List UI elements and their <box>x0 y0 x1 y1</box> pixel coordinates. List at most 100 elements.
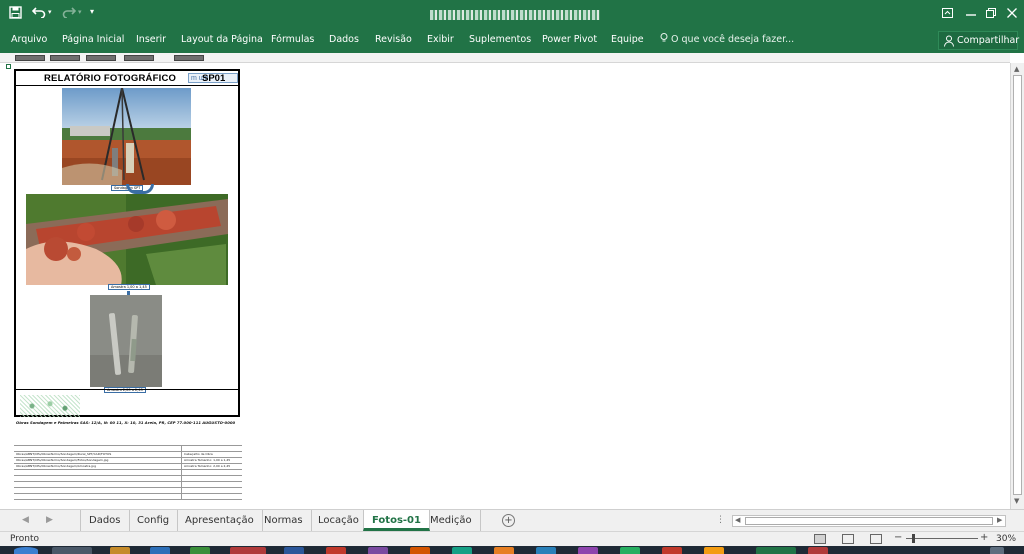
tab-inserir[interactable]: Inserir <box>136 34 166 45</box>
scroll-right-icon[interactable]: ▶ <box>997 516 1002 524</box>
sheet-tabs-bar: ◀ ▶ Dados Config Apresentação Normas Loc… <box>0 509 1024 531</box>
start-button-icon[interactable] <box>14 547 38 554</box>
minimize-icon[interactable] <box>966 7 976 22</box>
taskbar-app-icon[interactable] <box>620 547 640 554</box>
zoom-out-icon[interactable]: − <box>894 532 902 543</box>
tab-layout-da-pagina[interactable]: Layout da Página <box>181 34 263 45</box>
sheet-tab-apresentacao[interactable]: Apresentação <box>177 510 263 531</box>
page-layout-view-icon[interactable] <box>842 534 854 544</box>
vertical-scrollbar[interactable]: ▲ ▼ <box>1010 63 1024 509</box>
scrollbar-thumb[interactable] <box>745 517 993 525</box>
taskbar-excel-icon[interactable] <box>756 547 796 554</box>
restore-icon[interactable] <box>986 7 996 22</box>
taskbar-app-icon[interactable] <box>326 547 346 554</box>
taskbar-app-icon[interactable] <box>808 547 828 554</box>
table-cell[interactable]: Amostra Tamanho: 1,00 a 1,45 <box>184 458 230 462</box>
table-cell[interactable]: Obras/ABNT/CEs/ObrasTermo/Sondagem/Amost… <box>16 464 96 468</box>
signature-divider <box>16 389 238 390</box>
sheet-tab-dados[interactable]: Dados <box>81 510 130 531</box>
sheet-tab-locacao[interactable]: Locação <box>310 510 368 531</box>
taskbar-app-icon[interactable] <box>52 547 92 554</box>
tab-formulas[interactable]: Fórmulas <box>271 34 314 45</box>
sheet-tab-fotos-01[interactable]: Fotos-01 <box>363 510 430 531</box>
person-icon <box>944 35 954 47</box>
tab-revisao[interactable]: Revisão <box>375 34 412 45</box>
taskbar-app-icon[interactable] <box>230 547 266 554</box>
tab-split-handle-icon[interactable]: ⋮ <box>716 515 725 525</box>
table-cell[interactable]: Cabeçalho de Obra <box>184 452 213 456</box>
status-bar: Pronto − + 30% <box>0 531 1024 546</box>
scroll-left-icon[interactable]: ◀ <box>735 516 740 524</box>
table-cell[interactable]: Obras/ABNT/CEs/ObrasTermo/Sondagem/Fotos… <box>16 458 108 462</box>
normal-view-icon[interactable] <box>814 534 826 544</box>
taskbar-app-icon[interactable] <box>494 547 514 554</box>
taskbar-app-icon[interactable] <box>452 547 472 554</box>
report-title: RELATÓRIO FOTOGRÁFICO <box>44 73 177 84</box>
save-icon[interactable] <box>9 6 22 23</box>
taskbar-app-icon[interactable] <box>150 547 170 554</box>
table-cell[interactable]: Obras/ABNT/CEs/ObrasTermo/Sondagem/Rural… <box>16 452 111 456</box>
zoom-slider-thumb[interactable] <box>912 534 915 543</box>
table-line <box>14 499 242 500</box>
macro-button[interactable] <box>50 55 80 61</box>
undo-icon[interactable] <box>31 6 46 22</box>
horizontal-scrollbar[interactable]: ◀ ▶ <box>732 515 1006 527</box>
taskbar-app-icon[interactable] <box>368 547 388 554</box>
tab-power-pivot[interactable]: Power Pivot <box>542 34 597 45</box>
zoom-in-icon[interactable]: + <box>980 532 988 543</box>
select-all-corner[interactable] <box>6 64 11 69</box>
taskbar-app-icon[interactable] <box>704 547 724 554</box>
scroll-up-icon[interactable]: ▲ <box>1014 65 1019 73</box>
scrollbar-thumb[interactable] <box>1013 75 1022 495</box>
scroll-down-icon[interactable]: ▼ <box>1014 497 1019 505</box>
taskbar-app-icon[interactable] <box>662 547 682 554</box>
table-cell[interactable]: Amostra Tamanho: 2,00 a 2,45 <box>184 464 230 468</box>
zoom-slider-track[interactable] <box>906 538 978 539</box>
drilling-rig-photo[interactable] <box>62 88 191 185</box>
tab-dados[interactable]: Dados <box>329 34 359 45</box>
add-sheet-button[interactable]: + <box>502 514 515 527</box>
taskbar-app-icon[interactable] <box>410 547 430 554</box>
share-label: Compartilhar <box>957 35 1020 46</box>
photo-path-table: Obras/ABNT/CEs/ObrasTermo/Sondagem/Rural… <box>6 445 242 503</box>
tab-pagina-inicial[interactable]: Página Inicial <box>62 34 124 45</box>
macro-button[interactable] <box>15 55 45 61</box>
taskbar-app-icon[interactable] <box>536 547 556 554</box>
signature-stamp <box>20 395 80 417</box>
taskbar-app-icon[interactable] <box>110 547 130 554</box>
tab-suplementos[interactable]: Suplementos <box>469 34 531 45</box>
decorative-arc <box>126 184 154 194</box>
table-line <box>14 475 242 476</box>
redo-icon[interactable] <box>62 6 77 22</box>
redo-dropdown-icon[interactable]: ▾ <box>78 8 82 16</box>
taskbar-tray-icon[interactable] <box>990 547 1004 554</box>
next-sheet-icon[interactable]: ▶ <box>46 515 53 525</box>
macro-button[interactable] <box>174 55 204 61</box>
macro-button[interactable] <box>86 55 116 61</box>
taskbar-app-icon[interactable] <box>284 547 304 554</box>
tell-me-search[interactable]: O que você deseja fazer... <box>660 33 794 45</box>
ribbon-display-icon[interactable] <box>942 7 953 22</box>
tab-arquivo[interactable]: Arquivo <box>11 34 47 45</box>
table-line <box>14 469 242 470</box>
sampler-tube-photo[interactable] <box>90 295 162 387</box>
sheet-tab-normas[interactable]: Normas <box>256 510 312 531</box>
soil-sample-photo[interactable] <box>26 194 228 285</box>
prev-sheet-icon[interactable]: ◀ <box>22 515 29 525</box>
photo-caption: Amostra 2,00 a 2,45 <box>104 387 146 393</box>
close-icon[interactable] <box>1007 7 1017 22</box>
macro-button[interactable] <box>124 55 154 61</box>
taskbar-app-icon[interactable] <box>190 547 210 554</box>
page-break-preview-icon[interactable] <box>870 534 882 544</box>
undo-dropdown-icon[interactable]: ▾ <box>48 8 52 16</box>
report-footer-address: Obras Sondagem e Palmeiras SAS: 12/A, N:… <box>16 420 236 425</box>
zoom-level[interactable]: 30% <box>996 534 1016 544</box>
worksheet-area[interactable]: RELATÓRIO FOTOGRÁFICO m um SP01 Sondagem… <box>0 63 1010 509</box>
tab-exibir[interactable]: Exibir <box>427 34 454 45</box>
taskbar-app-icon[interactable] <box>578 547 598 554</box>
share-button[interactable]: Compartilhar <box>938 31 1020 50</box>
sheet-tab-medicao[interactable]: Medição <box>422 510 481 531</box>
tab-equipe[interactable]: Equipe <box>611 34 644 45</box>
customize-toolbar-icon[interactable]: ▾ <box>90 7 94 16</box>
sheet-tab-config[interactable]: Config <box>129 510 179 531</box>
